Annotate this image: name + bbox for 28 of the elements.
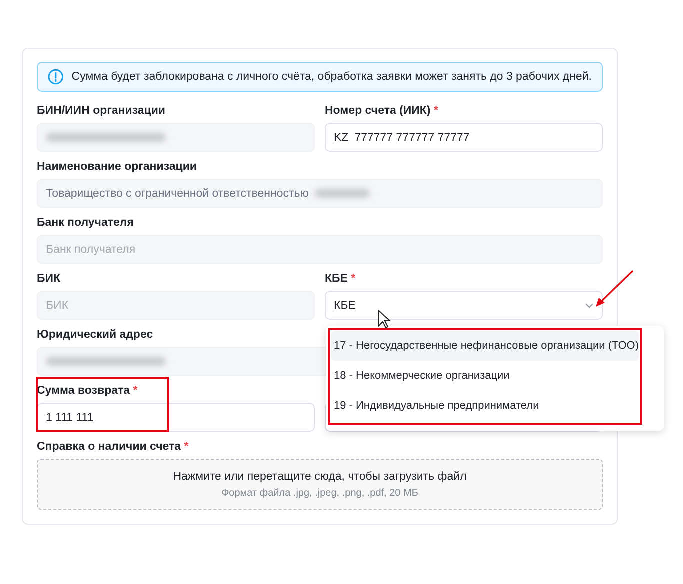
input-field[interactable]: KZ 777777 777777 77777 xyxy=(325,123,603,152)
select-value: КБЕ xyxy=(334,300,357,312)
field-value: 777777 777777 77777 xyxy=(354,132,470,144)
field-label: БИН/ИИН организации xyxy=(37,104,166,118)
field-label: Банк получателя xyxy=(37,216,135,230)
field-label: Справка о наличии счета * xyxy=(37,440,190,454)
dropzone-title: Нажмите или перетащите сюда, чтобы загрузить файл xyxy=(173,470,467,482)
field-label: Наименование организации xyxy=(37,160,198,174)
dropdown-option[interactable]: 19 - Индивидуальные предприниматели xyxy=(331,391,639,421)
dropzone-hint: Формат файла .jpg, .jpeg, .png, .pdf, 20 МБ xyxy=(222,488,418,498)
field-value: 1 111 111 xyxy=(46,412,94,424)
field-label: БИК xyxy=(37,272,62,286)
field-placeholder: БИК xyxy=(46,300,69,312)
select-field[interactable]: КБЕ xyxy=(325,291,603,320)
info-icon xyxy=(48,69,64,85)
field-placeholder: Банк получателя xyxy=(46,244,136,256)
field-label: КБЕ * xyxy=(325,272,357,286)
alert-text: Сумма будет заблокирована с личного счёта, обработка заявки может занять до 3 рабочих дней. xyxy=(72,71,592,83)
file-dropzone[interactable]: Нажмите или перетащите сюда, чтобы загрузить файл Формат файла .jpg, .jpeg, .png, .pdf, 20 МБ xyxy=(37,459,603,510)
dropdown-option[interactable]: 18 - Некоммерческие организации xyxy=(331,361,639,391)
field-label: Сумма возврата * xyxy=(37,384,139,398)
input-field[interactable]: 1 111 111 xyxy=(37,403,315,432)
country-prefix: KZ xyxy=(334,132,349,144)
field-label: Юридический адрес xyxy=(37,328,154,342)
dropdown-option[interactable]: 17 - Негосударственные нефинансовые организации (ТОО) xyxy=(331,331,639,361)
chevron-down-icon xyxy=(585,302,594,308)
annotation-arrow xyxy=(594,269,636,309)
field-label: Номер счета (ИИК) * xyxy=(325,104,440,118)
